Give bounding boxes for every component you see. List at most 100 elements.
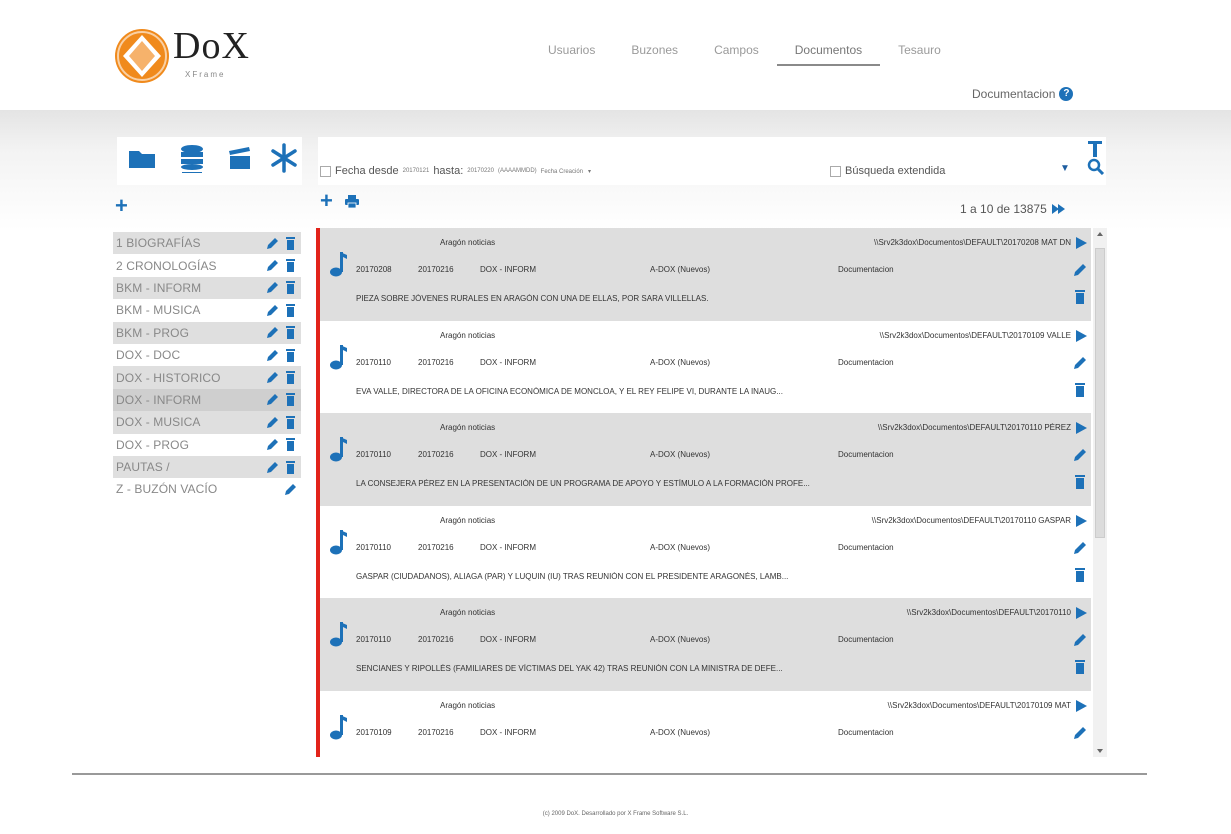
play-icon[interactable] — [1075, 236, 1087, 249]
doc-date-created: 20170110 — [356, 357, 391, 367]
edit-pencil-icon[interactable] — [266, 259, 279, 272]
delete-trash-icon[interactable] — [284, 393, 297, 407]
edit-pencil-icon[interactable] — [266, 461, 279, 474]
play-icon[interactable] — [1075, 606, 1087, 619]
delete-trash-icon[interactable] — [284, 460, 297, 474]
play-icon[interactable] — [1075, 514, 1087, 527]
nav-tesauro[interactable]: Tesauro — [880, 40, 959, 66]
folder-item[interactable]: DOX - PROG — [113, 434, 301, 456]
delete-trash-icon[interactable] — [1074, 290, 1086, 304]
top-nav: Usuarios Buzones Campos Documentos Tesau… — [530, 40, 959, 70]
delete-trash-icon[interactable] — [284, 415, 297, 429]
document-row[interactable]: Aragón noticias \\Srv2k3dox\Documentos\DE… — [316, 228, 1091, 321]
folder-item[interactable]: BKM - MUSICA — [113, 299, 301, 321]
edit-pencil-icon[interactable] — [266, 349, 279, 362]
edit-pencil-icon[interactable] — [266, 416, 279, 429]
edit-pencil-icon[interactable] — [1073, 633, 1087, 647]
edit-pencil-icon[interactable] — [266, 304, 279, 317]
document-row[interactable]: Aragón noticias \\Srv2k3dox\Documentos\DE… — [316, 598, 1091, 691]
text-search-icon[interactable] — [1084, 139, 1106, 175]
play-icon[interactable] — [1075, 421, 1087, 434]
print-icon[interactable] — [345, 195, 359, 208]
next-page-icon[interactable] — [1051, 204, 1066, 214]
delete-trash-icon[interactable] — [284, 348, 297, 362]
document-row[interactable]: Aragón noticias \\Srv2k3dox\Documentos\DE… — [316, 505, 1091, 598]
edit-pencil-icon[interactable] — [1073, 263, 1087, 277]
date-to-input[interactable]: 20170220 — [467, 168, 494, 174]
documentation-link[interactable]: Documentacion ? — [972, 87, 1074, 101]
sort-select[interactable]: Fecha Creación ▾ — [541, 168, 591, 175]
nav-buzones[interactable]: Buzones — [613, 40, 696, 66]
delete-trash-icon[interactable] — [1074, 475, 1086, 489]
doc-date-created: 20170208 — [356, 265, 392, 274]
add-document-button[interactable]: + — [320, 190, 333, 212]
play-icon[interactable] — [1075, 699, 1087, 712]
doc-source: Aragón noticias — [440, 330, 496, 340]
edit-pencil-icon[interactable] — [266, 438, 279, 451]
date-from-input[interactable]: 20170121 — [403, 168, 430, 174]
scroll-up-icon[interactable] — [1097, 232, 1103, 236]
folder-item[interactable]: Z - BUZÓN VACÍO — [113, 478, 301, 500]
delete-trash-icon[interactable] — [1074, 567, 1086, 582]
database-icon[interactable] — [177, 143, 207, 173]
delete-trash-icon[interactable] — [1074, 660, 1086, 674]
folder-item[interactable]: 1 BIOGRAFÍAS — [113, 232, 301, 255]
nav-documentos[interactable]: Documentos — [776, 40, 881, 66]
nav-campos[interactable]: Campos — [696, 40, 777, 66]
extended-search-checkbox[interactable] — [830, 165, 841, 177]
date-filter: Fecha desde 20170121 hasta: 20170220 (AA… — [320, 165, 591, 177]
pager: 1 a 10 de 13875 — [960, 202, 1066, 216]
nav-usuarios[interactable]: Usuarios — [530, 40, 613, 66]
edit-pencil-icon[interactable] — [1073, 726, 1087, 740]
date-filter-checkbox[interactable] — [320, 165, 331, 177]
folder-label: BKM - PROG — [116, 325, 190, 340]
edit-pencil-icon[interactable] — [1073, 356, 1087, 370]
folder-icon[interactable] — [127, 143, 157, 173]
folder-list: 1 BIOGRAFÍAS 2 CRONOLOGÍAS BKM - INFORM BKM… — [113, 232, 301, 501]
delete-trash-icon[interactable] — [284, 259, 297, 273]
scroll-thumb[interactable] — [1095, 248, 1105, 538]
document-row[interactable]: Aragón noticias \\Srv2k3dox\Documentos\DE… — [316, 690, 1091, 757]
extended-search[interactable]: Búsqueda extendida — [830, 165, 945, 177]
folder-actions — [261, 259, 297, 273]
edit-pencil-icon[interactable] — [266, 237, 279, 250]
edit-pencil-icon[interactable] — [266, 281, 279, 294]
delete-trash-icon[interactable] — [284, 281, 297, 295]
clapperboard-icon[interactable] — [225, 143, 255, 173]
folder-item[interactable]: DOX - HISTORICO — [113, 366, 301, 389]
audio-note-icon — [328, 620, 348, 648]
scroll-down-icon[interactable] — [1097, 749, 1103, 753]
doc-user: Documentacion — [838, 450, 894, 459]
asterisk-icon[interactable] — [269, 143, 299, 173]
delete-trash-icon[interactable] — [1074, 382, 1086, 397]
delete-trash-icon[interactable] — [284, 326, 297, 340]
edit-pencil-icon[interactable] — [266, 371, 279, 384]
folder-actions — [261, 326, 297, 340]
folder-label: BKM - INFORM — [116, 280, 202, 295]
play-icon[interactable] — [1075, 329, 1087, 342]
folder-item[interactable]: BKM - PROG — [113, 321, 301, 344]
doc-date-modified: 20170216 — [418, 542, 454, 552]
filter-expand-icon[interactable]: ▼ — [1060, 163, 1070, 174]
edit-pencil-icon[interactable] — [266, 393, 279, 406]
edit-pencil-icon[interactable] — [284, 483, 297, 496]
scrollbar[interactable] — [1093, 228, 1107, 757]
folder-item[interactable]: 2 CRONOLOGÍAS — [113, 254, 301, 276]
delete-trash-icon[interactable] — [284, 303, 297, 317]
folder-item[interactable]: BKM - INFORM — [113, 276, 301, 300]
document-row[interactable]: Aragón noticias \\Srv2k3dox\Documentos\DE… — [316, 413, 1091, 506]
doc-path: \\Srv2k3dox\Documentos\DEFAULT\20170110 … — [877, 423, 1071, 432]
delete-trash-icon[interactable] — [284, 438, 297, 452]
folder-item[interactable]: DOX - MUSICA — [113, 411, 301, 434]
edit-pencil-icon[interactable] — [266, 326, 279, 339]
delete-trash-icon[interactable] — [284, 371, 297, 385]
add-folder-button[interactable]: + — [115, 195, 128, 217]
document-row[interactable]: Aragón noticias \\Srv2k3dox\Documentos\DE… — [316, 320, 1091, 413]
folder-item[interactable]: PAUTAS / — [113, 455, 301, 479]
folder-item[interactable]: DOX - INFORM — [113, 388, 301, 412]
delete-trash-icon[interactable] — [284, 236, 297, 250]
logo[interactable]: DoX XFrame — [113, 24, 283, 84]
edit-pencil-icon[interactable] — [1073, 448, 1087, 462]
folder-item[interactable]: DOX - DOC — [113, 344, 301, 366]
edit-pencil-icon[interactable] — [1073, 541, 1087, 555]
